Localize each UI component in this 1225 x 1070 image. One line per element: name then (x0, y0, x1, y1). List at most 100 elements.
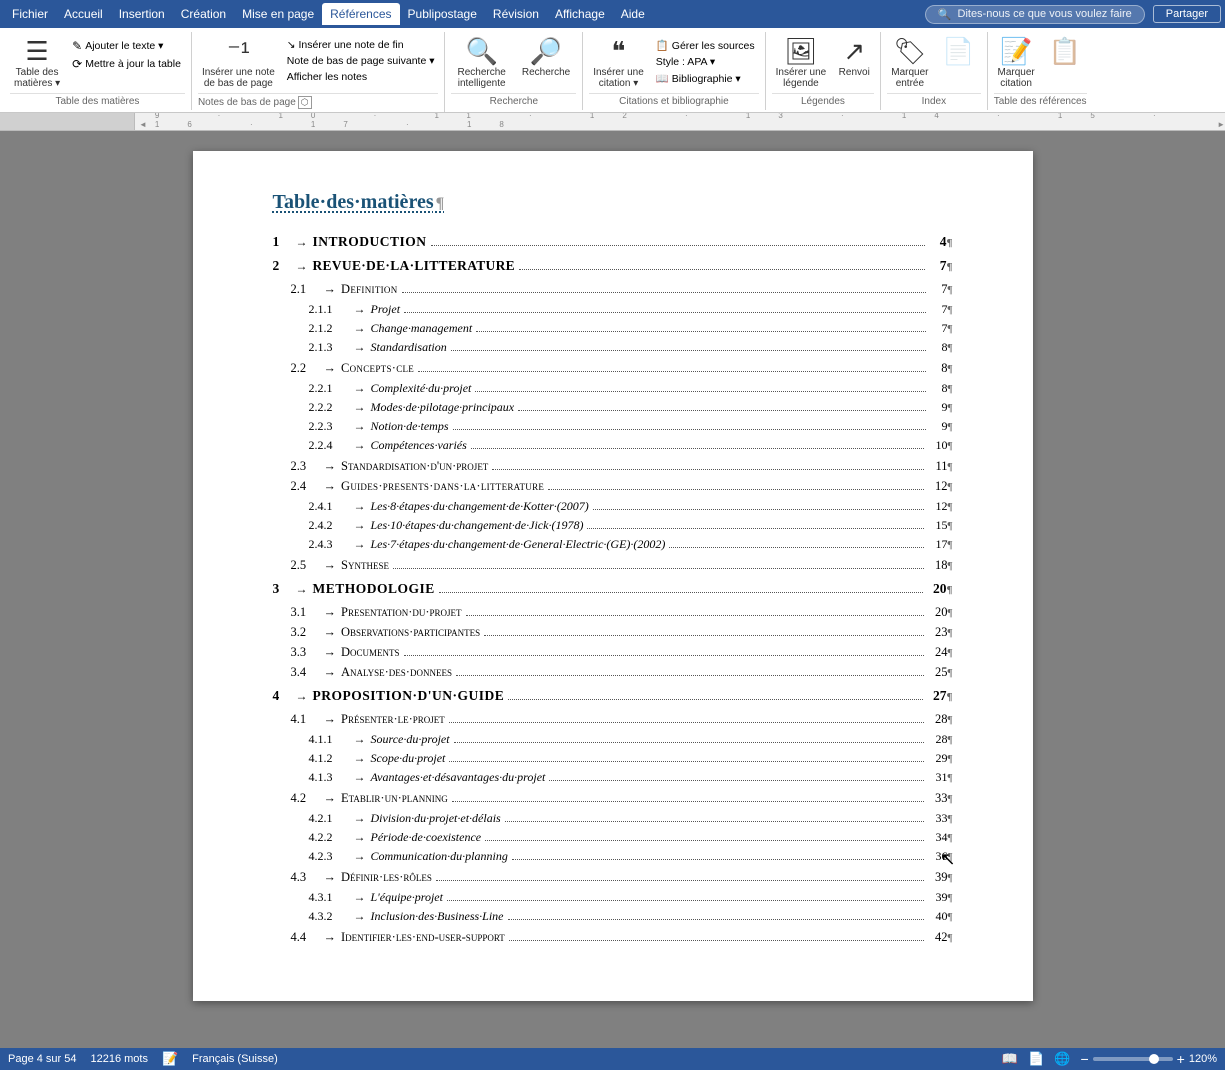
style-button[interactable]: Style : APA ▾ (652, 55, 759, 69)
toc-entry-4-2: 4.2 → Etablir·un·planning 33 ¶ (291, 791, 953, 806)
insert-ref-table-button[interactable]: 📋 (1043, 34, 1087, 69)
toc-entry-2-3: 2.3 → Standardisation·d'un·projet 11 ¶ (291, 459, 953, 474)
update-icon: ⟳ (72, 57, 82, 71)
ribbon-group-toc: ☰ Table desmatières ▾ ✎ Ajouter le texte… (4, 32, 192, 110)
toc-entry-4-2-2: 4.2.2 → Période·de·coexistence 34 ¶ (309, 830, 953, 845)
web-layout-icon[interactable]: 🌐 (1054, 1051, 1070, 1067)
ref-table-group-label: Table des références (994, 93, 1087, 110)
zoom-in-icon[interactable]: + (1177, 1051, 1185, 1067)
cursor: ↖ (941, 849, 953, 865)
add-icon: ✎ (72, 39, 82, 53)
menu-affichage[interactable]: Affichage (547, 3, 613, 25)
menu-accueil[interactable]: Accueil (56, 3, 111, 25)
toc-entry-2-4-1: 2.4.1 → Les·8·étapes·du·changement·de·Ko… (309, 499, 953, 514)
mark-entry-icon: 🏷 (893, 36, 926, 67)
toc-entry-2-2-3: 2.2.3 → Notion·de·temps 9 ¶ (309, 419, 953, 434)
toc-entry-4: 4 → PROPOSITION·D'UN·GUIDE 27 ¶ (273, 688, 953, 704)
toc-entry-4-2-3: 4.2.3 → Communication·du·planning 36 ¶ (309, 849, 953, 864)
ribbon-group-citations: ❝ Insérer unecitation ▾ 📋 Gérer les sour… (583, 32, 765, 110)
toc-entry-2-2: 2.2 → Concepts·cle 8 ¶ (291, 361, 953, 376)
cross-ref-button[interactable]: ↗ Renvoi (834, 34, 874, 80)
proofread-icon[interactable]: 📝 (162, 1051, 178, 1067)
search-placeholder-text: Dites-nous ce que vous voulez faire (958, 8, 1132, 20)
toc-entry-3-4: 3.4 → Analyse·des·donnees 25 ¶ (291, 665, 953, 680)
mark-citation-button[interactable]: 📝 Marquercitation (994, 34, 1039, 91)
status-bar: Page 4 sur 54 12216 mots 📝 Français (Sui… (0, 1048, 1225, 1070)
menu-insertion[interactable]: Insertion (111, 3, 173, 25)
index-icon: 📄 (942, 36, 974, 67)
manage-sources-button[interactable]: 📋 Gérer les sources (652, 38, 759, 53)
toc-entry-2: 2 → REVUE·DE·LA·LITTERATURE 7 ¶ (273, 258, 953, 274)
page-info: Page 4 sur 54 (8, 1053, 77, 1065)
toc-entry-2-2-2: 2.2.2 → Modes·de·pilotage·principaux 9 ¶ (309, 400, 953, 415)
zoom-level: 120% (1189, 1053, 1217, 1065)
share-button[interactable]: Partager (1153, 5, 1221, 23)
index-group-label: Index (887, 93, 980, 110)
menu-fichier[interactable]: Fichier (4, 3, 56, 25)
insert-legend-button[interactable]: 🖼 Insérer unelégende (772, 34, 831, 91)
read-mode-icon[interactable]: 📖 (1002, 1051, 1018, 1067)
citations-group-label: Citations et bibliographie (589, 93, 758, 110)
menu-publipostage[interactable]: Publipostage (400, 3, 485, 25)
zoom-controls: − + 120% (1080, 1051, 1217, 1067)
ribbon-group-index: 🏷 Marquerentrée 📄 Index (881, 32, 987, 110)
index-placeholder[interactable]: 📄 (937, 34, 981, 69)
menu-revision[interactable]: Révision (485, 3, 547, 25)
language[interactable]: Français (Suisse) (192, 1053, 278, 1065)
toc-entry-2-4-2: 2.4.2 → Les·10·étapes·du·changement·de·J… (309, 518, 953, 533)
ruler-area: ◄ · 1 · 2 · 3 · 4 · 5 · 6 · 7 · 8 · 9 · … (0, 113, 1225, 131)
zoom-slider-track[interactable] (1093, 1057, 1173, 1061)
status-right: 📖 📄 🌐 − + 120% (1002, 1051, 1217, 1067)
document-page: Table·des·matières¶ 1 → INTRODUCTION 4 ¶… (193, 151, 1033, 1001)
menu-bar: Fichier Accueil Insertion Création Mise … (0, 0, 1225, 28)
menu-aide[interactable]: Aide (613, 3, 653, 25)
print-layout-icon[interactable]: 📄 (1028, 1051, 1044, 1067)
zoom-out-icon[interactable]: − (1080, 1051, 1088, 1067)
toc-entry-3-3: 3.3 → Documents 24 ¶ (291, 645, 953, 660)
add-text-button[interactable]: ✎ Ajouter le texte ▾ (68, 38, 185, 54)
toc-entry-2-1-2: 2.1.2 → Change·management 7 ¶ (309, 321, 953, 336)
toc-entry-2-2-4: 2.2.4 → Compétences·variés 10 ¶ (309, 438, 953, 453)
smart-search-button[interactable]: 🔍 Rechercheintelligente (451, 34, 511, 91)
toc-entry-2-4: 2.4 → Guides·presents·dans·la·litteratur… (291, 479, 953, 494)
toc-entry-1: 1 → INTRODUCTION 4 ¶ (273, 234, 953, 250)
insert-endnote-button[interactable]: ↘ Insérer une note de fin (283, 38, 439, 52)
toc-title: Table·des·matières¶ (273, 191, 953, 214)
search-group-label: Recherche (451, 93, 576, 110)
toc-entry-4-4: 4.4 → Identifier·les·end-user-support 42… (291, 930, 953, 945)
menu-creation[interactable]: Création (173, 3, 234, 25)
mark-citation-icon: 📝 (1000, 36, 1032, 67)
insert-footnote-button[interactable]: ⁻¹ Insérer une notede bas de page (198, 34, 279, 91)
show-notes-button[interactable]: Afficher les notes (283, 70, 439, 84)
toc-entry-2-4-3: 2.4.3 → Les·7·étapes·du·changement·de·Ge… (309, 537, 953, 552)
search-box[interactable]: 🔍 Dites-nous ce que vous voulez faire (925, 5, 1145, 24)
toc-entry-4-1-3: 4.1.3 → Avantages·et·désavantages·du·pro… (309, 770, 953, 785)
document-area: Table·des·matières¶ 1 → INTRODUCTION 4 ¶… (0, 131, 1225, 1051)
toc-entry-4-3: 4.3 → Définir·les·rôles 39 ¶ (291, 870, 953, 885)
legend-icon: 🖼 (784, 36, 817, 67)
legends-group-label: Légendes (772, 93, 875, 110)
toc-group-label: Table des matières (10, 93, 185, 110)
toc-entries: 1 → INTRODUCTION 4 ¶ 2 → REVUE·DE·LA·LIT… (273, 234, 953, 945)
search-icon: 🔍 (938, 8, 952, 21)
menu-mise-en-page[interactable]: Mise en page (234, 3, 322, 25)
citation-icon: ❝ (612, 36, 626, 67)
ribbon: ☰ Table desmatières ▾ ✎ Ajouter le texte… (0, 28, 1225, 113)
toc-entry-2-2-1: 2.2.1 → Complexité·du·projet 8 ¶ (309, 381, 953, 396)
mark-entry-button[interactable]: 🏷 Marquerentrée (887, 34, 932, 91)
next-footnote-button[interactable]: Note de bas de page suivante ▾ (283, 54, 439, 68)
search-icon2: 🔎 (530, 36, 562, 67)
cross-ref-icon: ↗ (843, 36, 865, 67)
toc-entry-4-3-2: 4.3.2 → Inclusion·des·Business·Line 40 ¶ (309, 909, 953, 924)
toc-entry-4-1-2: 4.1.2 → Scope·du·projet 29 ¶ (309, 751, 953, 766)
toc-entry-4-1: 4.1 → Présenter·le·projet 28 ¶ (291, 712, 953, 727)
toc-icon: ☰ (25, 36, 48, 67)
footnote-icon: ⁻¹ (227, 36, 249, 67)
search-button[interactable]: 🔎 Recherche (516, 34, 576, 80)
toc-button[interactable]: ☰ Table desmatières ▾ (10, 34, 64, 91)
menu-references[interactable]: Références (322, 3, 399, 25)
bibliography-button[interactable]: 📖 Bibliographie ▾ (652, 71, 759, 86)
toc-entry-2-1-3: 2.1.3 → Standardisation 8 ¶ (309, 340, 953, 355)
update-toc-button[interactable]: ⟳ Mettre à jour la table (68, 56, 185, 72)
insert-citation-button[interactable]: ❝ Insérer unecitation ▾ (589, 34, 648, 91)
